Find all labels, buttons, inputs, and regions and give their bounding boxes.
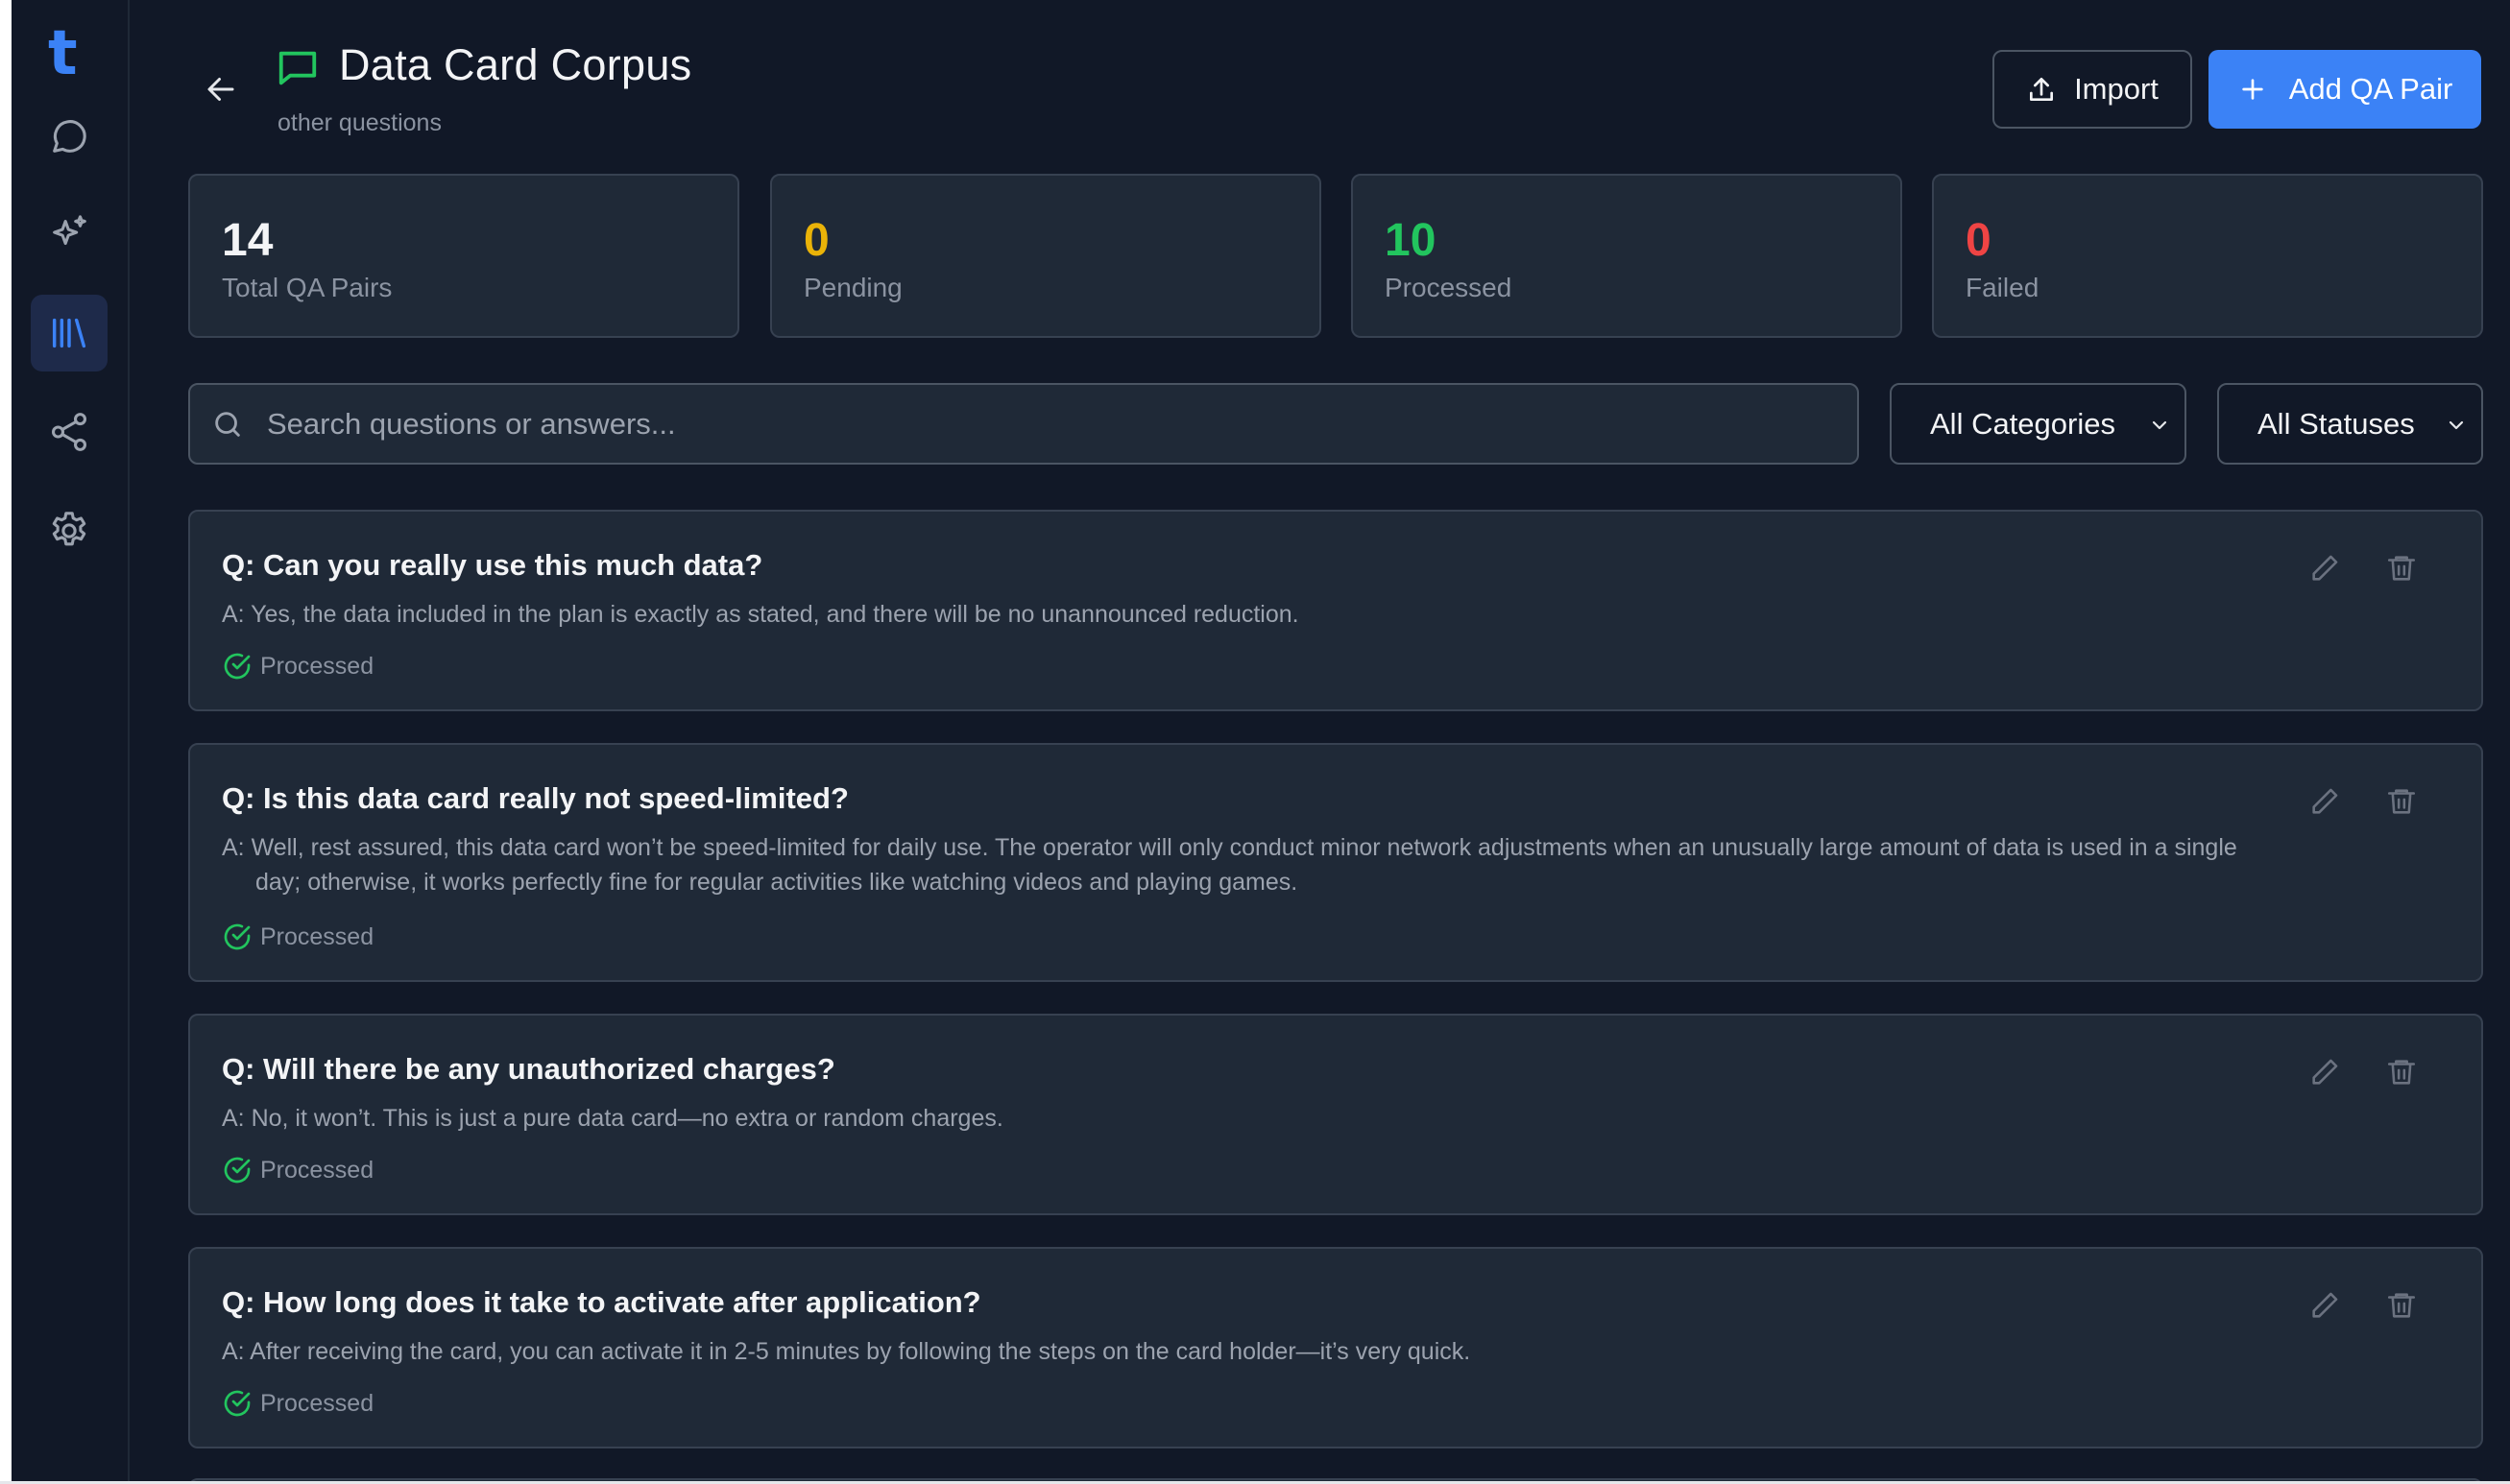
- pencil-icon: [2312, 788, 2338, 814]
- import-button-label: Import: [2074, 72, 2159, 106]
- main-content: Data Card Corpus other questions Import …: [130, 0, 2510, 1481]
- pencil-icon: [2312, 555, 2338, 581]
- page-subtitle: other questions: [278, 109, 442, 136]
- trash-icon: [2387, 789, 2416, 814]
- qa-answer: A: Yes, the data included in the plan is…: [222, 601, 1299, 628]
- upload-icon: [2030, 78, 2054, 101]
- check-circle-icon: [224, 653, 251, 680]
- sidebar: t: [12, 0, 130, 1481]
- sidebar-item-sparkles[interactable]: [31, 196, 108, 273]
- chat-bubble-icon: [53, 120, 86, 153]
- library-icon: [52, 318, 86, 348]
- check-circle-icon: [224, 1157, 251, 1184]
- delete-button[interactable]: [2385, 1289, 2424, 1328]
- qa-card: Q: Can you really use this much data? A:…: [188, 510, 2483, 711]
- message-square-icon: [278, 51, 317, 85]
- page-title: Data Card Corpus: [339, 40, 692, 89]
- qa-card: Q: Will there be any unauthorized charge…: [188, 1014, 2483, 1215]
- edit-button[interactable]: [2308, 1289, 2347, 1328]
- sparkles-icon: [53, 215, 86, 246]
- status-label: Processed: [260, 922, 374, 950]
- qa-question: Q: Will there be any unauthorized charge…: [222, 1052, 835, 1086]
- share-icon: [51, 413, 87, 451]
- stat-label: Failed: [1966, 273, 2039, 302]
- trash-icon: [2387, 556, 2416, 581]
- status-label: Processed: [260, 1389, 374, 1417]
- stat-value: 0: [804, 215, 830, 266]
- pencil-icon: [2312, 1292, 2338, 1318]
- import-button[interactable]: Import: [1992, 50, 2192, 129]
- status-badge: Processed: [222, 922, 374, 952]
- qa-answer: A: No, it won’t. This is just a pure dat…: [222, 1105, 1003, 1132]
- qa-card: Q: Is this data card really not speed-li…: [188, 743, 2483, 982]
- stat-label: Pending: [804, 273, 903, 302]
- status-select-value: All Statuses: [2257, 406, 2415, 441]
- edit-button[interactable]: [2308, 552, 2347, 590]
- stat-card-failed: 0 Failed: [1932, 174, 2483, 338]
- plus-icon: [2242, 79, 2263, 100]
- stat-card-processed: 10 Processed: [1351, 174, 1902, 338]
- trash-icon: [2387, 1060, 2416, 1085]
- pencil-icon: [2312, 1059, 2338, 1085]
- stat-card-total: 14 Total QA Pairs: [188, 174, 739, 338]
- delete-button[interactable]: [2385, 785, 2424, 824]
- gear-icon: [52, 512, 86, 546]
- category-select[interactable]: All Categories: [1890, 383, 2186, 465]
- stat-value: 0: [1966, 215, 1991, 266]
- qa-question: Q: How long does it take to activate aft…: [222, 1285, 981, 1319]
- status-badge: Processed: [222, 651, 374, 682]
- status-label: Processed: [260, 652, 374, 680]
- app-window: t Data Card Corpus other questions Impor…: [12, 0, 2510, 1481]
- qa-card: Q: How long does it take to activate aft…: [188, 1247, 2483, 1448]
- chevron-down-icon: [2152, 420, 2167, 430]
- delete-button[interactable]: [2385, 1056, 2424, 1094]
- search-box: [188, 383, 1859, 465]
- category-select-value: All Categories: [1930, 406, 2115, 441]
- search-icon: [215, 412, 240, 437]
- stat-value: 14: [222, 215, 274, 266]
- stat-label: Total QA Pairs: [222, 273, 393, 302]
- edit-button[interactable]: [2308, 1056, 2347, 1094]
- chevron-down-icon: [2449, 420, 2464, 430]
- qa-answer: A: Well, rest assured, this data card wo…: [222, 834, 2237, 896]
- status-badge: Processed: [222, 1155, 374, 1185]
- search-input[interactable]: [267, 385, 1822, 463]
- check-circle-icon: [224, 923, 251, 950]
- trash-icon: [2387, 1293, 2416, 1318]
- qa-answer: A: After receiving the card, you can act…: [222, 1338, 1471, 1365]
- qa-question: Q: Is this data card really not speed-li…: [222, 781, 849, 815]
- sidebar-item-chat[interactable]: [31, 98, 108, 175]
- edit-button[interactable]: [2308, 785, 2347, 824]
- sidebar-item-library[interactable]: [31, 295, 108, 371]
- add-qa-pair-label: Add QA Pair: [2288, 72, 2453, 106]
- stat-card-pending: 0 Pending: [770, 174, 1321, 338]
- app-logo[interactable]: t: [48, 23, 90, 84]
- qa-question: Q: Can you really use this much data?: [222, 548, 763, 582]
- delete-button[interactable]: [2385, 552, 2424, 590]
- status-label: Processed: [260, 1156, 374, 1184]
- stat-label: Processed: [1385, 273, 1512, 302]
- sidebar-item-settings[interactable]: [31, 492, 108, 569]
- add-qa-pair-button[interactable]: Add QA Pair: [2208, 50, 2481, 129]
- arrow-left-icon: [207, 78, 234, 101]
- stat-value: 10: [1385, 215, 1436, 266]
- back-button[interactable]: [197, 65, 245, 113]
- status-badge: Processed: [222, 1388, 374, 1419]
- status-select[interactable]: All Statuses: [2217, 383, 2483, 465]
- check-circle-icon: [224, 1390, 251, 1417]
- sidebar-item-share[interactable]: [31, 394, 108, 470]
